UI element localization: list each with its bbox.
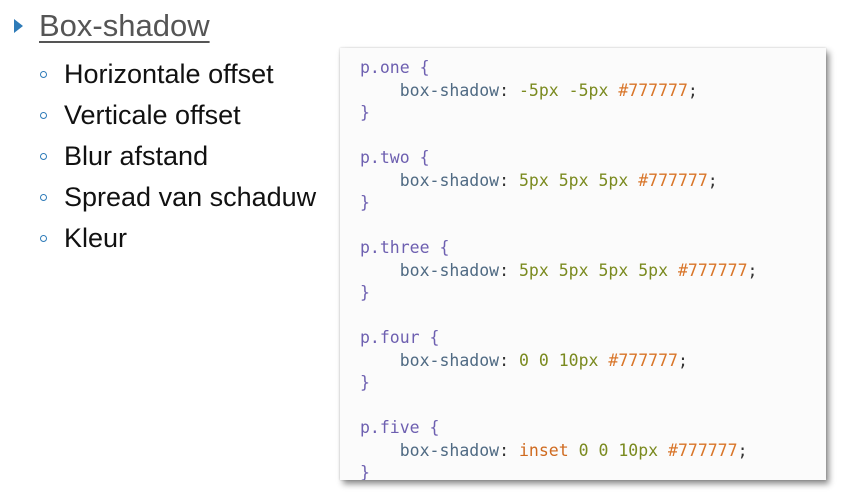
bullet-text: Verticale offset bbox=[64, 100, 241, 130]
css-length-value: -5px bbox=[568, 80, 609, 100]
code-declaration-line: box-shadow: 5px 5px 5px 5px #777777; bbox=[360, 260, 758, 283]
css-length-value: 10px bbox=[618, 440, 659, 460]
colon: : bbox=[499, 80, 519, 100]
bullet-text: Blur afstand bbox=[64, 141, 209, 171]
css-length-value: 0 bbox=[598, 440, 609, 460]
circle-bullet-icon bbox=[40, 194, 47, 201]
bullet-item: Spread van schaduw bbox=[40, 177, 316, 218]
css-length-value: 5px bbox=[518, 170, 549, 190]
code-selector-line: p.two { bbox=[360, 147, 757, 170]
css-length-value: 0 bbox=[538, 350, 549, 370]
code-selector-line: p.four { bbox=[360, 327, 757, 350]
close-brace: } bbox=[360, 193, 370, 212]
close-brace: } bbox=[360, 373, 370, 392]
css-selector: p.three bbox=[360, 238, 430, 257]
code-declaration-line: box-shadow: 0 0 10px #777777; bbox=[360, 350, 757, 373]
bullet-text: Kleur bbox=[64, 223, 128, 253]
circle-bullet-icon bbox=[40, 235, 47, 242]
code-close-line: } bbox=[360, 462, 757, 480]
css-property: box-shadow bbox=[399, 440, 500, 460]
css-keyword: inset bbox=[518, 440, 569, 460]
code-close-line: } bbox=[360, 102, 757, 125]
css-length-value: 5px bbox=[558, 260, 589, 280]
circle-bullet-icon bbox=[40, 112, 47, 119]
colon: : bbox=[499, 170, 519, 190]
code-selector-line: p.five { bbox=[360, 417, 757, 440]
slide-title: Box-shadow bbox=[39, 8, 210, 43]
css-selector: p.four bbox=[360, 328, 420, 347]
semicolon: ; bbox=[687, 80, 698, 100]
css-length-value: 10px bbox=[558, 350, 599, 370]
bullet-text: Spread van schaduw bbox=[64, 182, 317, 212]
bullet-item: Horizontale offset bbox=[40, 54, 316, 95]
code-example-panel: p.one { box-shadow: -5px -5px #777777;} p… bbox=[340, 48, 826, 480]
semicolon: ; bbox=[677, 350, 688, 370]
css-property: box-shadow bbox=[399, 350, 500, 370]
css-selector: p.five bbox=[360, 418, 420, 437]
close-brace: } bbox=[360, 103, 370, 122]
semicolon: ; bbox=[747, 260, 758, 280]
slide-heading-row: Box-shadow bbox=[14, 6, 210, 46]
open-brace: { bbox=[419, 418, 440, 437]
colon: : bbox=[499, 260, 519, 280]
circle-bullet-icon bbox=[40, 153, 47, 160]
semicolon: ; bbox=[737, 440, 748, 460]
code-declaration-line: box-shadow: inset 0 0 10px #777777; bbox=[360, 440, 757, 463]
triangle-bullet-icon bbox=[14, 19, 23, 33]
css-selector: p.two bbox=[360, 148, 410, 167]
close-brace: } bbox=[360, 463, 370, 480]
circle-bullet-icon bbox=[40, 71, 47, 78]
css-length-value: 5px bbox=[518, 260, 549, 280]
css-color-value: #777777 bbox=[668, 440, 738, 460]
code-selector-line: p.one { bbox=[360, 57, 757, 80]
css-color-value: #777777 bbox=[677, 260, 748, 280]
code-close-line: } bbox=[360, 192, 757, 215]
bullet-item: Blur afstand bbox=[40, 136, 316, 177]
bullet-item: Verticale offset bbox=[40, 95, 316, 136]
css-length-value: 5px bbox=[598, 170, 629, 190]
css-length-value: 5px bbox=[558, 170, 589, 190]
css-length-value: -5px bbox=[518, 80, 559, 100]
css-color-value: #777777 bbox=[638, 170, 708, 190]
css-property: box-shadow bbox=[399, 80, 500, 100]
css-property: box-shadow bbox=[399, 170, 500, 190]
code-close-line: } bbox=[360, 282, 757, 305]
css-property: box-shadow bbox=[399, 260, 500, 280]
open-brace: { bbox=[409, 58, 430, 77]
colon: : bbox=[499, 440, 519, 460]
code-selector-line: p.three { bbox=[360, 237, 757, 260]
open-brace: { bbox=[419, 328, 440, 347]
colon: : bbox=[499, 350, 519, 370]
code-close-line: } bbox=[360, 372, 757, 395]
css-length-value: 0 bbox=[518, 350, 529, 370]
bullet-item: Kleur bbox=[40, 218, 316, 259]
code-declaration-line: box-shadow: 5px 5px 5px #777777; bbox=[360, 170, 757, 193]
open-brace: { bbox=[429, 238, 450, 257]
css-color-value: #777777 bbox=[608, 350, 678, 370]
close-brace: } bbox=[360, 283, 370, 302]
css-selector: p.one bbox=[360, 58, 410, 77]
css-length-value: 0 bbox=[578, 440, 589, 460]
css-length-value: 5px bbox=[638, 260, 669, 280]
css-color-value: #777777 bbox=[618, 80, 688, 100]
code-declaration-line: box-shadow: -5px -5px #777777; bbox=[360, 80, 757, 103]
code-block: p.one { box-shadow: -5px -5px #777777;} p… bbox=[360, 57, 757, 480]
bullet-text: Horizontale offset bbox=[64, 59, 274, 89]
semicolon: ; bbox=[707, 170, 718, 190]
css-length-value: 5px bbox=[598, 260, 629, 280]
bullet-list: Horizontale offset Verticale offset Blur… bbox=[40, 54, 316, 259]
open-brace: { bbox=[409, 148, 430, 167]
